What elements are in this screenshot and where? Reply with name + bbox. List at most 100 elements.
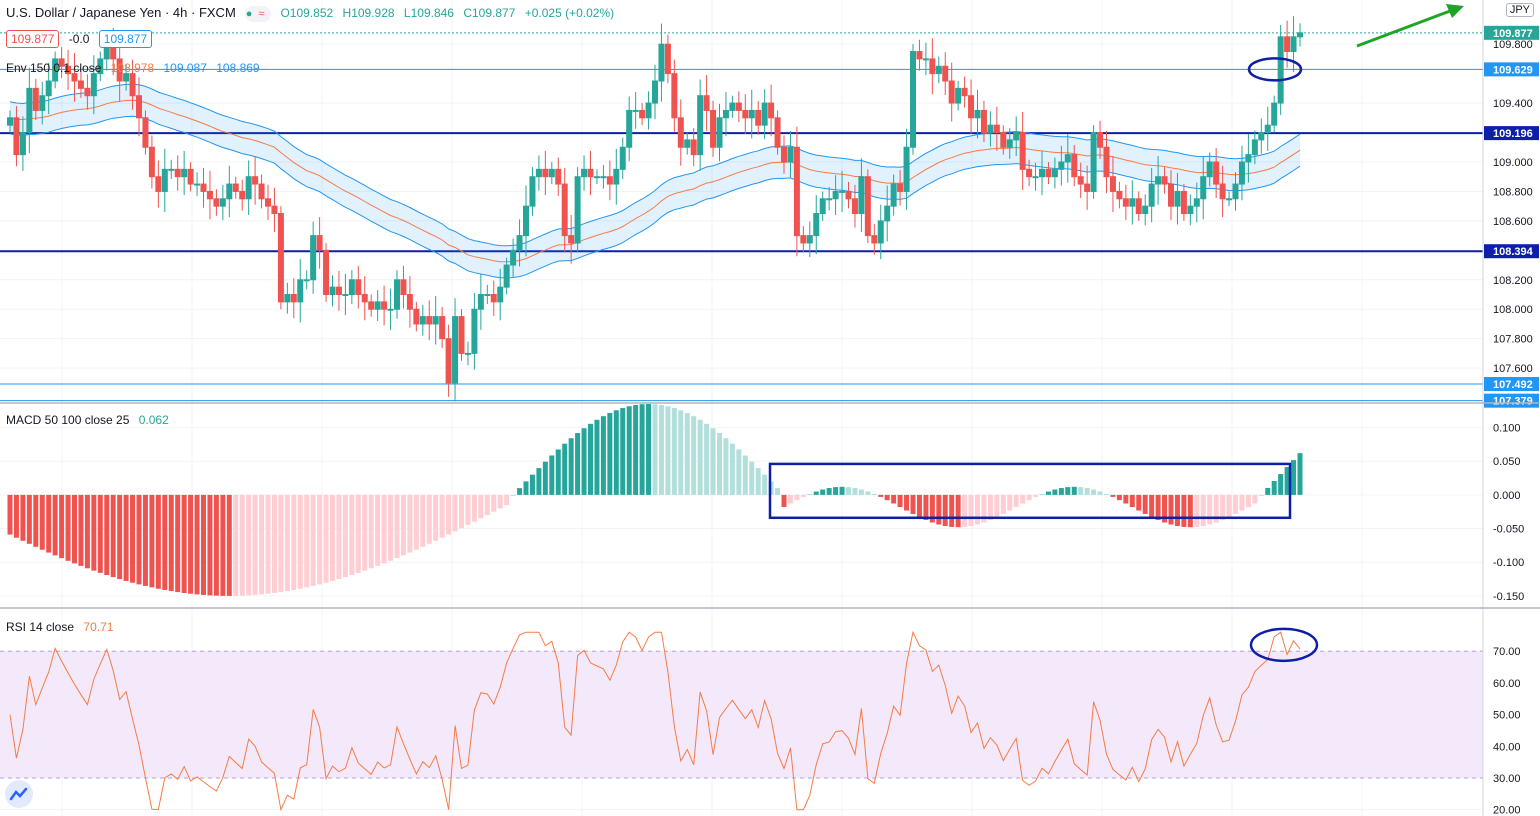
macd-bar <box>297 494 303 589</box>
rsi-label: RSI 14 close <box>6 620 75 634</box>
envelope-lower-value: 108.869 <box>216 61 260 75</box>
candle-body <box>77 80 84 89</box>
macd-bar <box>484 494 490 516</box>
candle-body <box>348 279 355 296</box>
macd-bar <box>710 428 716 495</box>
macd-bar <box>433 494 439 541</box>
macd-bar <box>755 468 761 495</box>
macd-bar <box>529 474 535 495</box>
macd-bar <box>1065 487 1071 495</box>
chart-canvas[interactable]: 109.800 109.400 109.000 108.800 108.600 108.2… <box>0 0 1540 816</box>
candle-body <box>613 168 620 185</box>
candle-body <box>316 235 323 251</box>
macd-bar <box>1058 488 1064 495</box>
buy-button[interactable]: 109.877 <box>98 30 153 48</box>
candle-body <box>13 117 20 156</box>
candle-body <box>290 294 297 303</box>
macd-bar <box>407 494 413 553</box>
sell-button[interactable]: 109.877 <box>6 30 60 48</box>
candle-body <box>755 109 762 126</box>
axis-tick-label: 108.000 <box>1493 304 1533 316</box>
macd-bar <box>594 419 600 495</box>
macd-bar <box>704 423 710 495</box>
axis-tick-label: 108.200 <box>1493 275 1533 287</box>
macd-bar <box>317 494 323 585</box>
macd-bar <box>155 494 161 589</box>
candle-body <box>26 87 33 134</box>
candle-body <box>477 294 484 310</box>
macd-legend[interactable]: MACD 50 100 close 25 0.062 <box>6 413 175 427</box>
macd-bar <box>304 494 310 588</box>
currency-selector[interactable]: JPY <box>1505 3 1534 17</box>
candle-body <box>432 316 439 325</box>
candle-body <box>800 235 807 244</box>
macd-bar <box>581 428 587 495</box>
candle-body <box>297 279 304 303</box>
candle-body <box>342 294 349 297</box>
candle-body <box>903 146 910 192</box>
macd-bar <box>220 494 226 596</box>
macd-bar <box>52 494 58 556</box>
macd-bar <box>278 494 284 593</box>
candle-body <box>32 87 39 111</box>
axis-tick-label: 109.400 <box>1493 98 1533 110</box>
candle-body <box>587 168 594 178</box>
macd-bar <box>7 494 13 535</box>
axis-tick-label: 0.050 <box>1493 456 1521 468</box>
axis-tick-label: 0.000 <box>1493 490 1521 502</box>
envelope-legend[interactable]: Env 150 0.1 close 108.978 109.087 108.86… <box>6 61 266 75</box>
candle-body <box>1251 139 1258 156</box>
candle-body <box>761 102 768 126</box>
candle-body <box>839 190 846 193</box>
candle-body <box>39 95 46 111</box>
candle-body <box>1277 36 1284 104</box>
macd-bar <box>1181 494 1187 527</box>
macd-bar <box>1142 494 1148 514</box>
candle-body <box>606 176 613 185</box>
macd-bar <box>1207 494 1213 525</box>
symbol-title[interactable]: U.S. Dollar / Japanese Yen · 4h · FXCM <box>6 5 236 20</box>
candle-body <box>1090 132 1097 192</box>
candle-body <box>206 190 213 200</box>
macd-bar <box>678 410 684 495</box>
macd-bar <box>400 494 406 556</box>
spread-value: -0.0 <box>68 32 90 46</box>
candle-body <box>1058 161 1065 170</box>
macd-bar <box>188 494 194 594</box>
candle-body <box>697 95 704 156</box>
candle-body <box>593 176 600 179</box>
candle-body <box>897 183 904 192</box>
candle-body <box>710 109 717 148</box>
macd-bar <box>955 494 961 528</box>
price-axis[interactable]: 109.800 109.400 109.000 108.800 108.600 108.2… <box>1482 0 1539 816</box>
tradingview-logo-icon[interactable] <box>5 780 33 808</box>
axis-tick-label: 107.600 <box>1493 363 1533 375</box>
macd-bar <box>1155 494 1161 521</box>
axis-tick-label: 40.00 <box>1493 741 1521 753</box>
macd-bar <box>259 494 265 595</box>
status-icon[interactable]: ● ≈ <box>245 5 272 22</box>
macd-bar <box>1078 487 1084 495</box>
candle-body <box>213 198 220 207</box>
candle-body <box>1084 183 1091 192</box>
macd-bar <box>1278 474 1284 495</box>
macd-bar <box>510 494 516 496</box>
candle-body <box>84 87 91 97</box>
macd-bar <box>1265 487 1271 495</box>
macd-bar <box>130 494 136 583</box>
candle-body <box>542 168 549 178</box>
macd-bar <box>607 413 613 495</box>
macd-bar <box>1252 494 1258 504</box>
candle-body <box>323 249 330 296</box>
macd-bar <box>962 494 968 527</box>
rsi-legend[interactable]: RSI 14 close 70.71 <box>6 620 119 634</box>
candle-body <box>884 205 891 222</box>
candle-body <box>1155 176 1162 185</box>
candle-body <box>671 73 678 119</box>
macd-bar <box>884 494 890 501</box>
macd-bar <box>394 494 400 559</box>
axis-tick-label: 60.00 <box>1493 678 1521 690</box>
axis-tick-label: 20.00 <box>1493 805 1521 816</box>
macd-bar <box>291 494 297 590</box>
macd-bar <box>1123 494 1129 504</box>
